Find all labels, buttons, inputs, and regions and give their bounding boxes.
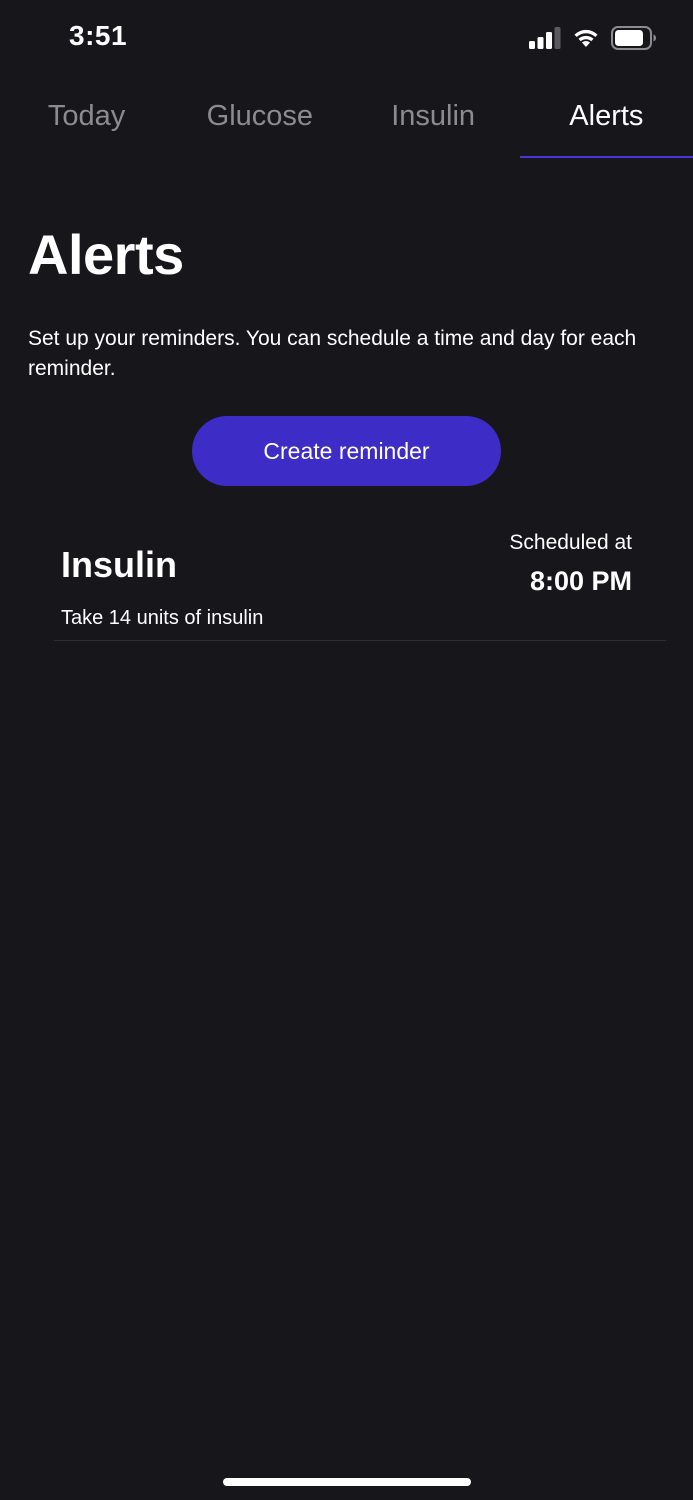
home-indicator [223,1478,471,1486]
wifi-icon [574,29,598,47]
tab-today-label: Today [47,100,126,132]
page-title: Alerts [28,223,184,286]
status-icons [529,26,657,50]
reminder-scheduled-label: Scheduled at [509,531,632,554]
tab-alerts-label: Alerts [569,100,644,132]
tab-insulin[interactable]: Insulin [347,88,520,158]
tab-today[interactable]: Today [0,88,173,158]
reminder-title: Insulin [61,544,177,585]
tab-glucose[interactable]: Glucose [173,88,346,158]
cellular-signal-icon [529,27,561,49]
status-bar: 3:51 [0,0,693,80]
tab-insulin-label: Insulin [391,100,476,132]
reminder-time: 8:00 PM [529,566,632,596]
create-reminder-button-label: Create reminder [263,437,430,464]
tab-glucose-label: Glucose [206,100,314,132]
alerts-screen: 3:51 Today Glucose Insulin Alerts Alerts… [0,0,693,1500]
status-time: 3:51 [69,20,128,51]
battery-icon [611,26,656,50]
page-description: Set up your reminders. You can schedule … [28,327,637,380]
reminder-description: Take 14 units of insulin [61,607,264,629]
create-reminder-button[interactable]: Create reminder [192,416,501,486]
tab-alerts[interactable]: Alerts [519,88,693,158]
tab-bar: Today Glucose Insulin Alerts [0,88,693,158]
reminder-list-item[interactable]: Insulin Take 14 units of insulin Schedul… [54,522,666,641]
